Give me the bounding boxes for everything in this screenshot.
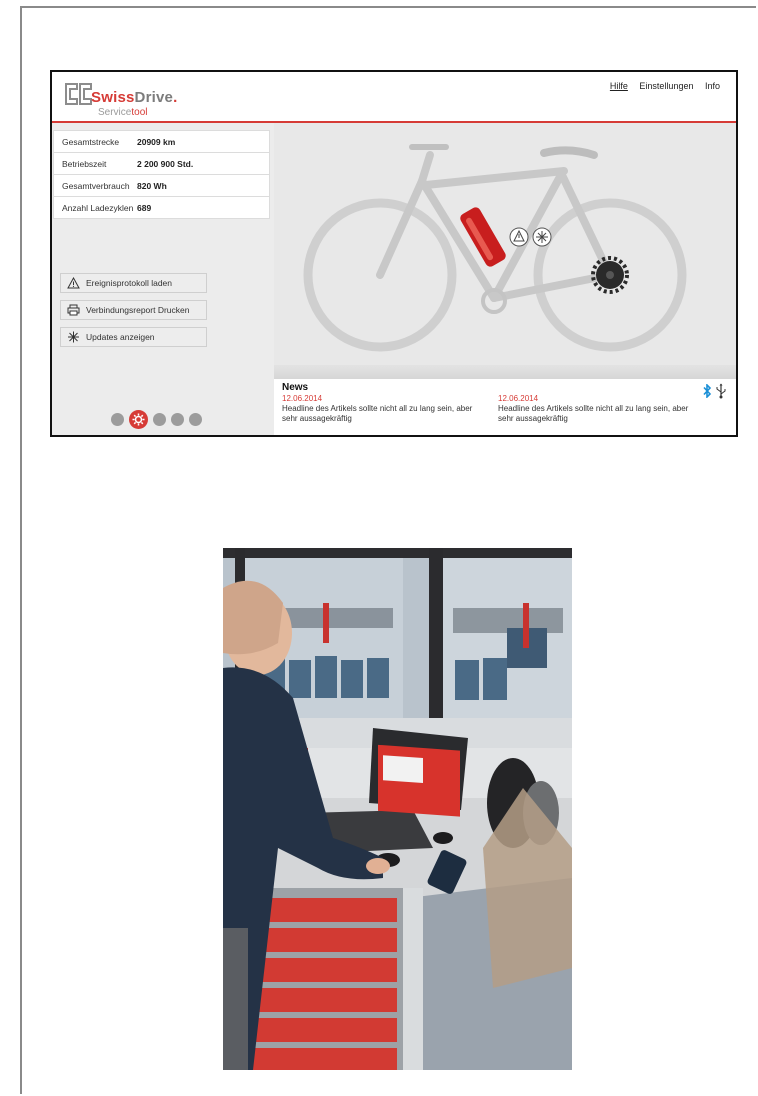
stat-label: Gesamtstrecke (62, 136, 120, 147)
news-headline: Headline des Artikels sollte nicht all z… (282, 404, 473, 423)
nav-einstellungen[interactable]: Einstellungen (639, 81, 693, 91)
news-date: 12.06.2014 (282, 394, 323, 403)
news-item[interactable]: 12.06.2014 Headline des Artikels sollte … (498, 394, 698, 424)
asterisk-icon (67, 331, 81, 343)
action-label: Ereignisprotokoll laden (86, 278, 172, 288)
stats-table: Gesamtstrecke 20909 km Betriebszeit 2 20… (53, 130, 270, 219)
news-heading: News (282, 382, 309, 393)
usb-icon (716, 383, 726, 399)
news-item[interactable]: 12.06.2014 Headline des Artikels sollte … (282, 394, 482, 424)
news-panel: News 12.06.2014 Headline des Artikels so… (274, 379, 736, 435)
bike-visualization (274, 123, 736, 379)
print-connection-report-button[interactable]: Verbindungsreport Drucken (60, 300, 207, 320)
printer-icon (67, 304, 81, 316)
pagination-dots (111, 410, 207, 429)
page-dot[interactable] (189, 413, 202, 426)
page-dot[interactable] (111, 413, 124, 426)
connection-status (702, 383, 730, 399)
page-dot[interactable] (153, 413, 166, 426)
nav-hilfe[interactable]: Hilfe (610, 81, 628, 91)
stat-value: 820 Wh (137, 180, 167, 191)
left-panel: Gesamtstrecke 20909 km Betriebszeit 2 20… (52, 123, 274, 435)
brand-logo[interactable]: SwissDrive. Servicetool (65, 81, 185, 118)
brand-name: SwissDrive. (91, 89, 178, 106)
logo-mark-icon (65, 83, 92, 105)
stat-row: Gesamtstrecke 20909 km (53, 130, 270, 153)
technician-workbench-photo (223, 548, 572, 1070)
warning-icon (67, 277, 81, 289)
ebike-illustration (303, 144, 687, 352)
page-dot[interactable] (171, 413, 184, 426)
stat-label: Betriebszeit (62, 158, 107, 169)
show-updates-button[interactable]: Updates anzeigen (60, 327, 207, 347)
update-badge-icon (532, 227, 552, 247)
action-label: Verbindungsreport Drucken (86, 305, 190, 315)
stat-row: Anzahl Ladezyklen 689 (53, 197, 270, 219)
stat-label: Gesamtverbrauch (62, 180, 130, 191)
bluetooth-icon (703, 384, 712, 398)
motor-hub-icon (591, 256, 629, 294)
action-label: Updates anzeigen (86, 332, 155, 342)
page-dot-active[interactable] (129, 410, 148, 429)
news-headline: Headline des Artikels sollte nicht all z… (498, 404, 689, 423)
nav-info[interactable]: Info (705, 81, 720, 91)
app-header: SwissDrive. Servicetool Hilfe Einstellun… (52, 72, 736, 123)
stat-row: Gesamtverbrauch 820 Wh (53, 175, 270, 197)
workshop-scene (223, 548, 572, 1070)
top-nav: Hilfe Einstellungen Info (601, 81, 720, 91)
news-date: 12.06.2014 (498, 394, 539, 403)
stat-label: Anzahl Ladezyklen (62, 202, 134, 213)
gear-icon (132, 413, 145, 426)
stat-value: 2 200 900 Std. (137, 158, 194, 169)
stat-value: 689 (137, 202, 152, 213)
stat-value: 20909 km (137, 136, 176, 147)
brand-subtitle: Servicetool (98, 107, 148, 118)
stat-row: Betriebszeit 2 200 900 Std. (53, 153, 270, 175)
warning-badge-icon (509, 227, 529, 247)
servicetool-window: SwissDrive. Servicetool Hilfe Einstellun… (50, 70, 738, 437)
load-event-log-button[interactable]: Ereignisprotokoll laden (60, 273, 207, 293)
